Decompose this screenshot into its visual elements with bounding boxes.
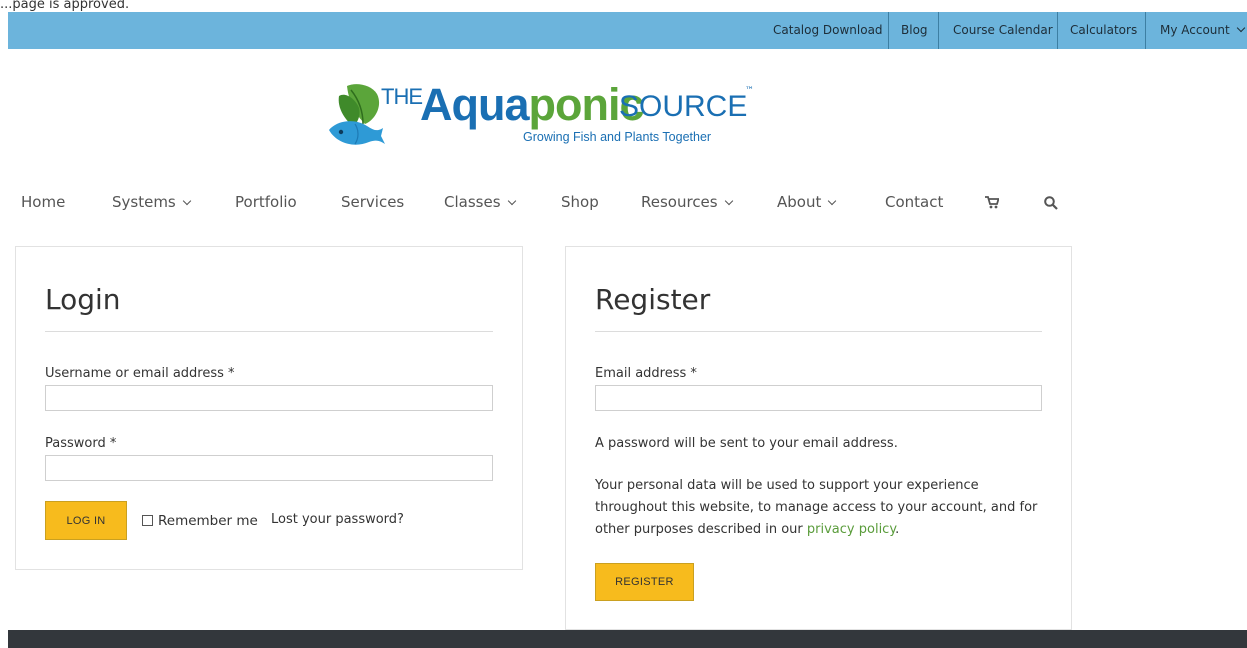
- login-button[interactable]: LOG IN: [45, 501, 127, 540]
- topbar-divider: [938, 12, 939, 49]
- chevron-down-icon: [828, 196, 837, 206]
- logo-tagline: Growing Fish and Plants Together: [523, 130, 712, 144]
- nav-classes[interactable]: Classes: [444, 186, 516, 218]
- login-title-divider: [45, 331, 493, 332]
- site-logo[interactable]: THE Aquaponic SOURCE ™ Growing Fish and …: [325, 78, 765, 152]
- main-navigation: Home Systems Portfolio Services Classes …: [0, 186, 1247, 218]
- privacy-policy-link[interactable]: privacy policy: [807, 522, 895, 537]
- password-input[interactable]: [45, 455, 493, 481]
- nav-about[interactable]: About: [777, 186, 837, 218]
- register-title: Register: [595, 283, 711, 316]
- search-icon: [1044, 195, 1058, 210]
- username-input[interactable]: [45, 385, 493, 411]
- login-panel: Login Username or email address * Passwo…: [15, 246, 523, 570]
- password-notice: A password will be sent to your email ad…: [595, 436, 898, 451]
- privacy-notice: Your personal data will be used to suppo…: [595, 475, 1055, 541]
- logo-aqua: Aqua: [420, 79, 529, 130]
- logo-the: THE: [381, 84, 423, 109]
- topbar-divider: [1145, 12, 1146, 49]
- nav-shop[interactable]: Shop: [561, 186, 599, 218]
- my-account-menu[interactable]: My Account: [1160, 12, 1245, 49]
- email-input[interactable]: [595, 385, 1042, 411]
- login-title: Login: [45, 283, 121, 316]
- catalog-download-link[interactable]: Catalog Download: [773, 12, 883, 49]
- logo-source: SOURCE: [619, 90, 748, 123]
- calculators-link[interactable]: Calculators: [1070, 12, 1137, 49]
- privacy-line-3-end: .: [895, 522, 900, 537]
- nav-systems[interactable]: Systems: [112, 186, 191, 218]
- remember-me-label[interactable]: Remember me: [158, 513, 258, 529]
- nav-resources-label: Resources: [641, 193, 718, 211]
- username-label: Username or email address *: [45, 366, 235, 381]
- my-account-label: My Account: [1160, 23, 1230, 37]
- lost-password-link[interactable]: Lost your password?: [271, 512, 404, 527]
- chevron-down-icon: [182, 196, 191, 206]
- logo-wordmark: Aquaponic: [420, 79, 645, 130]
- clipped-header-text: ...page is approved.: [0, 0, 130, 12]
- register-panel: Register Email address * A password will…: [565, 246, 1072, 630]
- register-title-divider: [595, 331, 1042, 332]
- register-button[interactable]: REGISTER: [595, 563, 694, 601]
- top-utility-bar: Catalog Download Blog Course Calendar Ca…: [8, 12, 1247, 49]
- nav-home[interactable]: Home: [21, 186, 65, 218]
- chevron-down-icon: [1236, 23, 1245, 33]
- nav-services[interactable]: Services: [341, 186, 404, 218]
- nav-resources[interactable]: Resources: [641, 186, 733, 218]
- cart-icon: [985, 196, 1000, 209]
- password-label: Password *: [45, 436, 117, 451]
- remember-me-checkbox[interactable]: [142, 515, 153, 526]
- nav-contact[interactable]: Contact: [885, 186, 943, 218]
- chevron-down-icon: [724, 196, 733, 206]
- chevron-down-icon: [507, 196, 516, 206]
- search-button[interactable]: [1044, 186, 1058, 218]
- nav-portfolio[interactable]: Portfolio: [235, 186, 297, 218]
- nav-about-label: About: [777, 193, 822, 211]
- privacy-line-2: throughout this website, to manage acces…: [595, 500, 1038, 515]
- topbar-divider: [888, 12, 889, 49]
- nav-classes-label: Classes: [444, 193, 501, 211]
- topbar-divider: [1057, 12, 1058, 49]
- blog-link[interactable]: Blog: [901, 12, 928, 49]
- cart-button[interactable]: [985, 186, 1000, 218]
- fish-leaf-icon: [329, 84, 385, 145]
- course-calendar-link[interactable]: Course Calendar: [953, 12, 1053, 49]
- privacy-line-1: Your personal data will be used to suppo…: [595, 478, 979, 493]
- email-label: Email address *: [595, 366, 697, 381]
- logo-trademark: ™: [745, 86, 754, 96]
- privacy-line-3: other purposes described in our: [595, 522, 807, 537]
- footer-bar: [8, 630, 1247, 648]
- nav-systems-label: Systems: [112, 193, 176, 211]
